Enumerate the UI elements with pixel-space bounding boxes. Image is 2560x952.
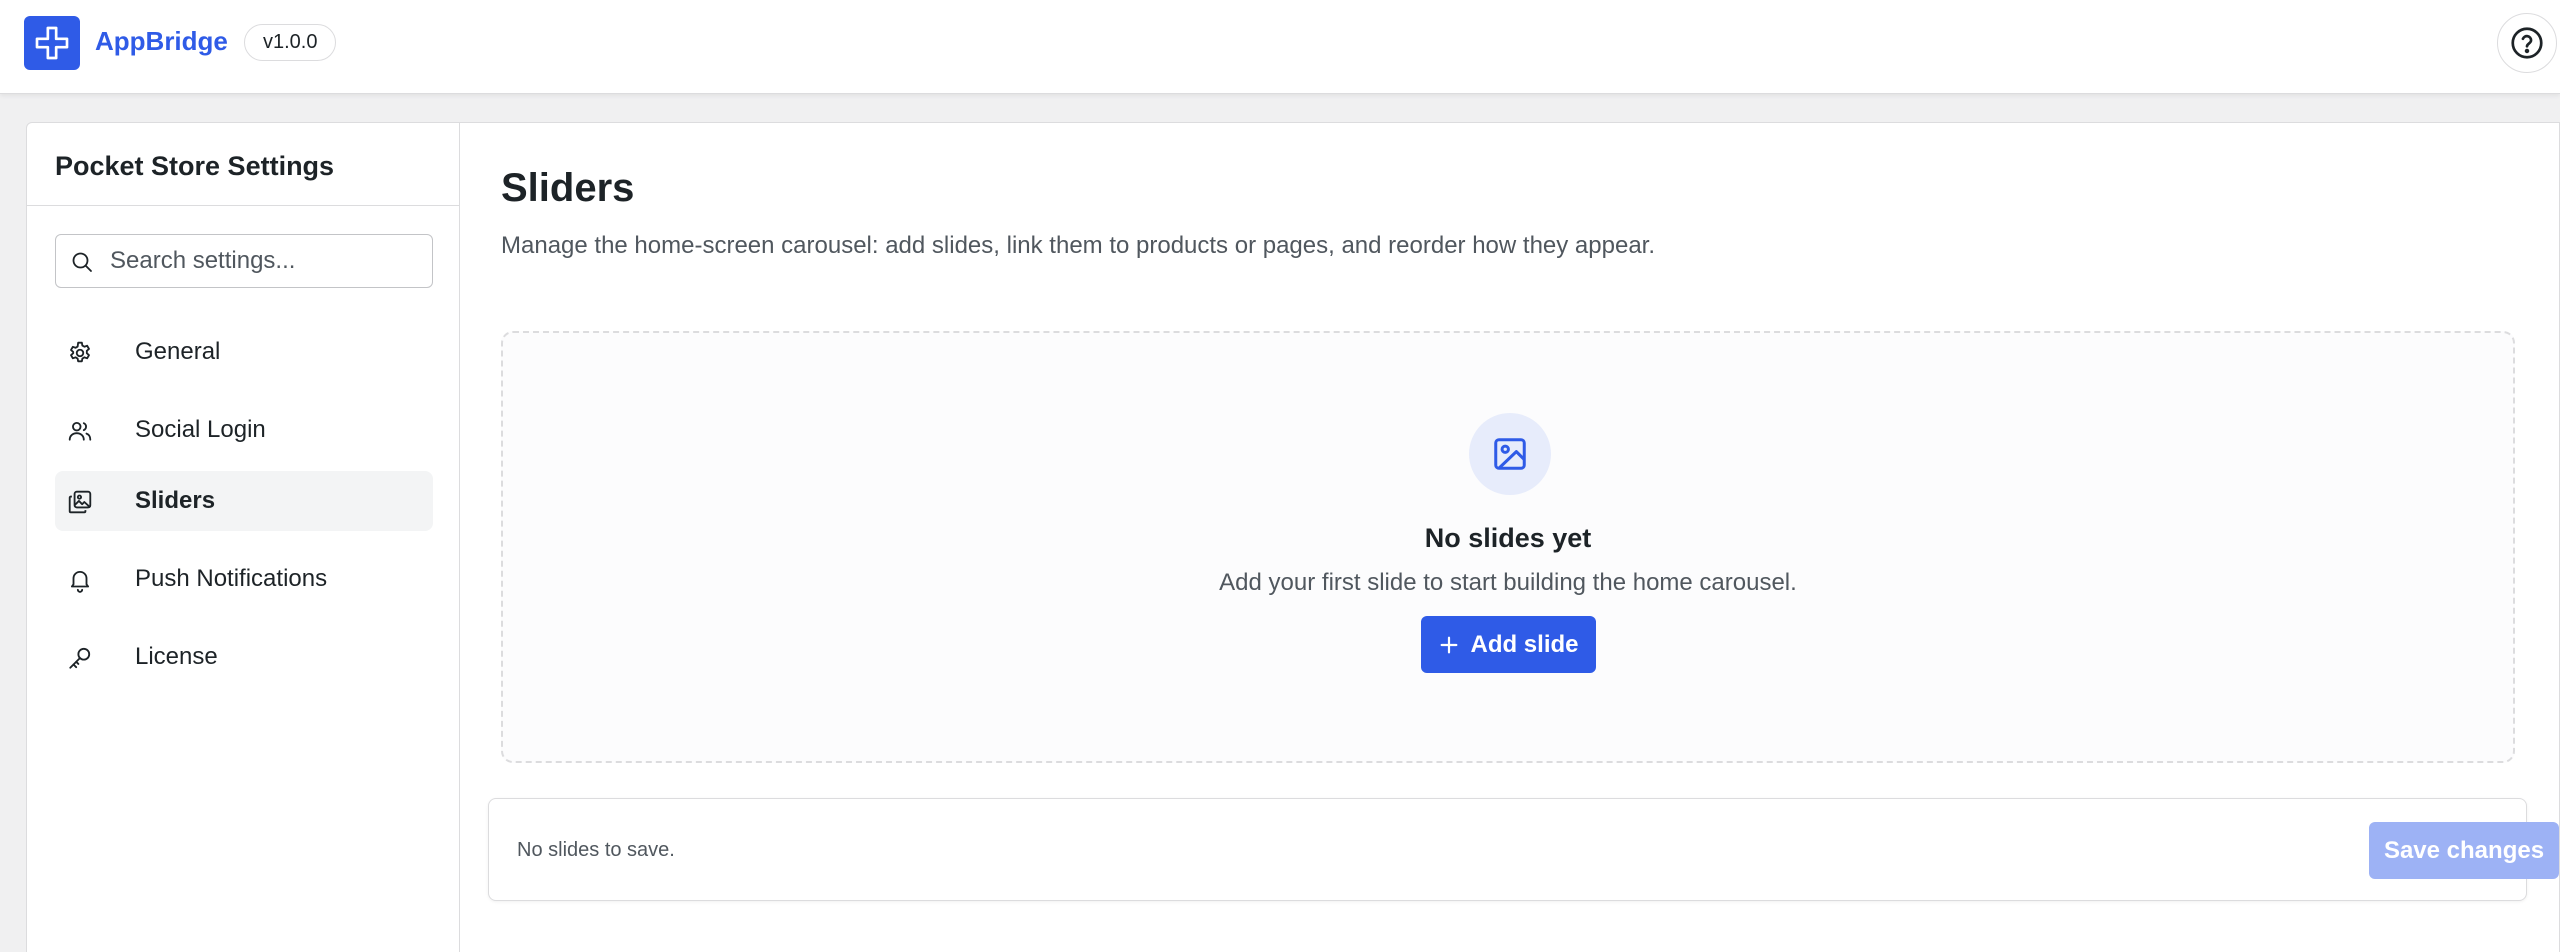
image-icon: [1494, 438, 1526, 470]
sidebar-item-sliders[interactable]: Sliders: [55, 471, 433, 531]
sidebar-item-label: License: [135, 643, 218, 670]
version-badge: v1.0.0: [244, 24, 337, 61]
settings-sidebar: Pocket Store Settings General Social Log…: [27, 123, 460, 952]
plus-icon: [1441, 636, 1458, 653]
save-status: No slides to save.: [517, 839, 675, 861]
sidebar-item-label: Push Notifications: [135, 565, 328, 592]
sidebar-item-general[interactable]: General: [55, 322, 433, 382]
settings-panel: Pocket Store Settings General Social Log…: [26, 122, 2560, 952]
empty-state-icon-circle: [1469, 413, 1551, 495]
search-input[interactable]: [110, 243, 420, 279]
empty-state-description: Add your first slide to start building t…: [1219, 569, 1797, 596]
sidebar-divider: [27, 205, 460, 206]
sidebar-item-license[interactable]: License: [55, 627, 433, 687]
sidebar-item-label: Social Login: [135, 416, 266, 443]
sidebar-item-social-login[interactable]: Social Login: [55, 400, 433, 460]
add-slide-button[interactable]: Add slide: [1421, 616, 1596, 673]
page-description: Manage the home-screen carousel: add sli…: [501, 232, 1656, 259]
top-bar: AppBridge v1.0.0: [0, 0, 2560, 94]
help-circle-icon: [2511, 27, 2543, 59]
sidebar-title: Pocket Store Settings: [55, 151, 335, 181]
main-content: Sliders Manage the home-screen carousel:…: [460, 123, 2559, 952]
save-changes-button[interactable]: Save changes: [2369, 822, 2559, 879]
users-icon: [68, 421, 92, 441]
empty-state-title: No slides yet: [1424, 523, 1592, 553]
sidebar-item-label: General: [135, 338, 221, 365]
search-box: [55, 234, 433, 288]
appbridge-logo-icon[interactable]: [24, 16, 80, 70]
add-slide-label: Add slide: [1470, 630, 1579, 658]
key-icon: [69, 647, 91, 669]
save-bar: No slides to save. Save changes: [488, 798, 2559, 901]
empty-state: No slides yet Add your first slide to st…: [501, 331, 2515, 763]
help-button[interactable]: [2497, 13, 2557, 73]
brand-name: AppBridge: [95, 26, 228, 56]
sidebar-item-label: Sliders: [135, 487, 216, 514]
search-icon: [72, 252, 92, 272]
gear-icon: [70, 341, 90, 363]
sidebar-item-push-notifications[interactable]: Push Notifications: [55, 549, 433, 609]
bell-icon: [70, 570, 90, 593]
images-icon: [68, 490, 92, 514]
page-title: Sliders: [501, 166, 635, 210]
